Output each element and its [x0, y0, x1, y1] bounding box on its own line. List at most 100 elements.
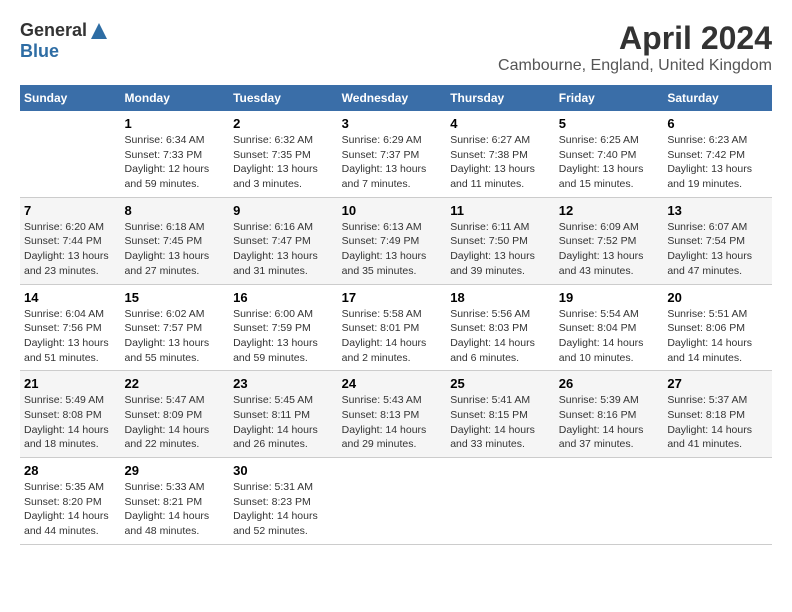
day-number: 8 — [125, 203, 226, 218]
header-wednesday: Wednesday — [338, 85, 447, 111]
day-number: 23 — [233, 376, 334, 391]
day-cell: 24 Sunrise: 5:43 AM Sunset: 8:13 PM Dayli… — [338, 371, 447, 458]
day-number: 5 — [559, 116, 660, 131]
day-info: Sunrise: 6:18 AM Sunset: 7:45 PM Dayligh… — [125, 220, 226, 279]
day-cell — [663, 458, 772, 545]
day-info: Sunrise: 5:35 AM Sunset: 8:20 PM Dayligh… — [24, 480, 117, 539]
day-cell: 25Sunrise: 5:41 AM Sunset: 8:15 PM Dayli… — [446, 371, 555, 458]
day-number: 2 — [233, 116, 334, 131]
day-info: Sunrise: 6:23 AM Sunset: 7:42 PM Dayligh… — [667, 133, 768, 192]
day-number: 17 — [342, 290, 443, 305]
day-info: Sunrise: 5:37 AM Sunset: 8:18 PM Dayligh… — [667, 393, 768, 452]
day-number: 10 — [342, 203, 443, 218]
day-info: Sunrise: 6:00 AM Sunset: 7:59 PM Dayligh… — [233, 307, 334, 366]
day-info: Sunrise: 5:31 AM Sunset: 8:23 PM Dayligh… — [233, 480, 334, 539]
day-info: Sunrise: 5:58 AM Sunset: 8:01 PM Dayligh… — [342, 307, 443, 366]
day-number: 21 — [24, 376, 117, 391]
day-info: Sunrise: 6:09 AM Sunset: 7:52 PM Dayligh… — [559, 220, 660, 279]
day-cell — [20, 111, 121, 197]
header-saturday: Saturday — [663, 85, 772, 111]
day-info: Sunrise: 5:49 AM Sunset: 8:08 PM Dayligh… — [24, 393, 117, 452]
logo-general-text: General — [20, 20, 87, 41]
day-number: 20 — [667, 290, 768, 305]
day-number: 6 — [667, 116, 768, 131]
day-cell — [446, 458, 555, 545]
title-section: April 2024 Cambourne, England, United Ki… — [498, 20, 772, 75]
header-tuesday: Tuesday — [229, 85, 338, 111]
day-number: 25 — [450, 376, 551, 391]
day-cell: 26 Sunrise: 5:39 AM Sunset: 8:16 PM Dayli… — [555, 371, 664, 458]
day-cell: 12 Sunrise: 6:09 AM Sunset: 7:52 PM Dayli… — [555, 197, 664, 284]
day-number: 24 — [342, 376, 443, 391]
logo: General Blue — [20, 20, 109, 62]
day-cell: 28 Sunrise: 5:35 AM Sunset: 8:20 PM Dayli… — [20, 458, 121, 545]
day-number: 11 — [450, 203, 551, 218]
week-row-1: 1Sunrise: 6:34 AM Sunset: 7:33 PM Daylig… — [20, 111, 772, 197]
header-thursday: Thursday — [446, 85, 555, 111]
day-info: Sunrise: 6:25 AM Sunset: 7:40 PM Dayligh… — [559, 133, 660, 192]
day-number: 16 — [233, 290, 334, 305]
day-info: Sunrise: 5:56 AM Sunset: 8:03 PM Dayligh… — [450, 307, 551, 366]
day-info: Sunrise: 5:33 AM Sunset: 8:21 PM Dayligh… — [125, 480, 226, 539]
week-row-4: 21 Sunrise: 5:49 AM Sunset: 8:08 PM Dayli… — [20, 371, 772, 458]
day-cell: 9 Sunrise: 6:16 AM Sunset: 7:47 PM Daylig… — [229, 197, 338, 284]
day-info: Sunrise: 5:39 AM Sunset: 8:16 PM Dayligh… — [559, 393, 660, 452]
day-cell: 22 Sunrise: 5:47 AM Sunset: 8:09 PM Dayli… — [121, 371, 230, 458]
day-cell: 30 Sunrise: 5:31 AM Sunset: 8:23 PM Dayli… — [229, 458, 338, 545]
page-header: General Blue April 2024 Cambourne, Engla… — [20, 20, 772, 75]
header-sunday: Sunday — [20, 85, 121, 111]
week-row-2: 7 Sunrise: 6:20 AM Sunset: 7:44 PM Daylig… — [20, 197, 772, 284]
header-monday: Monday — [121, 85, 230, 111]
day-cell: 18Sunrise: 5:56 AM Sunset: 8:03 PM Dayli… — [446, 284, 555, 371]
day-number: 9 — [233, 203, 334, 218]
day-number: 15 — [125, 290, 226, 305]
day-number: 26 — [559, 376, 660, 391]
day-number: 22 — [125, 376, 226, 391]
day-info: Sunrise: 6:34 AM Sunset: 7:33 PM Dayligh… — [125, 133, 226, 192]
day-cell: 23Sunrise: 5:45 AM Sunset: 8:11 PM Dayli… — [229, 371, 338, 458]
day-number: 3 — [342, 116, 443, 131]
calendar-header-row: SundayMondayTuesdayWednesdayThursdayFrid… — [20, 85, 772, 111]
day-number: 30 — [233, 463, 334, 478]
day-info: Sunrise: 5:43 AM Sunset: 8:13 PM Dayligh… — [342, 393, 443, 452]
day-cell: 17 Sunrise: 5:58 AM Sunset: 8:01 PM Dayli… — [338, 284, 447, 371]
day-cell: 27 Sunrise: 5:37 AM Sunset: 8:18 PM Dayli… — [663, 371, 772, 458]
location: Cambourne, England, United Kingdom — [498, 57, 772, 75]
header-friday: Friday — [555, 85, 664, 111]
week-row-3: 14 Sunrise: 6:04 AM Sunset: 7:56 PM Dayli… — [20, 284, 772, 371]
day-info: Sunrise: 6:32 AM Sunset: 7:35 PM Dayligh… — [233, 133, 334, 192]
day-cell: 6 Sunrise: 6:23 AM Sunset: 7:42 PM Daylig… — [663, 111, 772, 197]
day-cell: 7 Sunrise: 6:20 AM Sunset: 7:44 PM Daylig… — [20, 197, 121, 284]
day-cell: 15 Sunrise: 6:02 AM Sunset: 7:57 PM Dayli… — [121, 284, 230, 371]
day-cell: 5 Sunrise: 6:25 AM Sunset: 7:40 PM Daylig… — [555, 111, 664, 197]
day-info: Sunrise: 6:13 AM Sunset: 7:49 PM Dayligh… — [342, 220, 443, 279]
day-info: Sunrise: 6:20 AM Sunset: 7:44 PM Dayligh… — [24, 220, 117, 279]
day-cell: 13 Sunrise: 6:07 AM Sunset: 7:54 PM Dayli… — [663, 197, 772, 284]
day-number: 29 — [125, 463, 226, 478]
day-number: 28 — [24, 463, 117, 478]
day-number: 27 — [667, 376, 768, 391]
day-number: 13 — [667, 203, 768, 218]
day-info: Sunrise: 6:29 AM Sunset: 7:37 PM Dayligh… — [342, 133, 443, 192]
day-info: Sunrise: 6:27 AM Sunset: 7:38 PM Dayligh… — [450, 133, 551, 192]
day-cell: 21 Sunrise: 5:49 AM Sunset: 8:08 PM Dayli… — [20, 371, 121, 458]
day-cell — [555, 458, 664, 545]
day-cell: 11 Sunrise: 6:11 AM Sunset: 7:50 PM Dayli… — [446, 197, 555, 284]
day-cell: 19Sunrise: 5:54 AM Sunset: 8:04 PM Dayli… — [555, 284, 664, 371]
day-number: 12 — [559, 203, 660, 218]
logo-icon — [89, 21, 109, 41]
day-number: 19 — [559, 290, 660, 305]
day-info: Sunrise: 6:16 AM Sunset: 7:47 PM Dayligh… — [233, 220, 334, 279]
day-cell: 8 Sunrise: 6:18 AM Sunset: 7:45 PM Daylig… — [121, 197, 230, 284]
day-info: Sunrise: 6:11 AM Sunset: 7:50 PM Dayligh… — [450, 220, 551, 279]
day-number: 14 — [24, 290, 117, 305]
day-info: Sunrise: 5:47 AM Sunset: 8:09 PM Dayligh… — [125, 393, 226, 452]
day-cell: 10 Sunrise: 6:13 AM Sunset: 7:49 PM Dayli… — [338, 197, 447, 284]
day-info: Sunrise: 6:04 AM Sunset: 7:56 PM Dayligh… — [24, 307, 117, 366]
day-cell: 2 Sunrise: 6:32 AM Sunset: 7:35 PM Daylig… — [229, 111, 338, 197]
day-cell: 16 Sunrise: 6:00 AM Sunset: 7:59 PM Dayli… — [229, 284, 338, 371]
day-number: 7 — [24, 203, 117, 218]
day-cell: 20Sunrise: 5:51 AM Sunset: 8:06 PM Dayli… — [663, 284, 772, 371]
day-info: Sunrise: 6:02 AM Sunset: 7:57 PM Dayligh… — [125, 307, 226, 366]
day-info: Sunrise: 6:07 AM Sunset: 7:54 PM Dayligh… — [667, 220, 768, 279]
